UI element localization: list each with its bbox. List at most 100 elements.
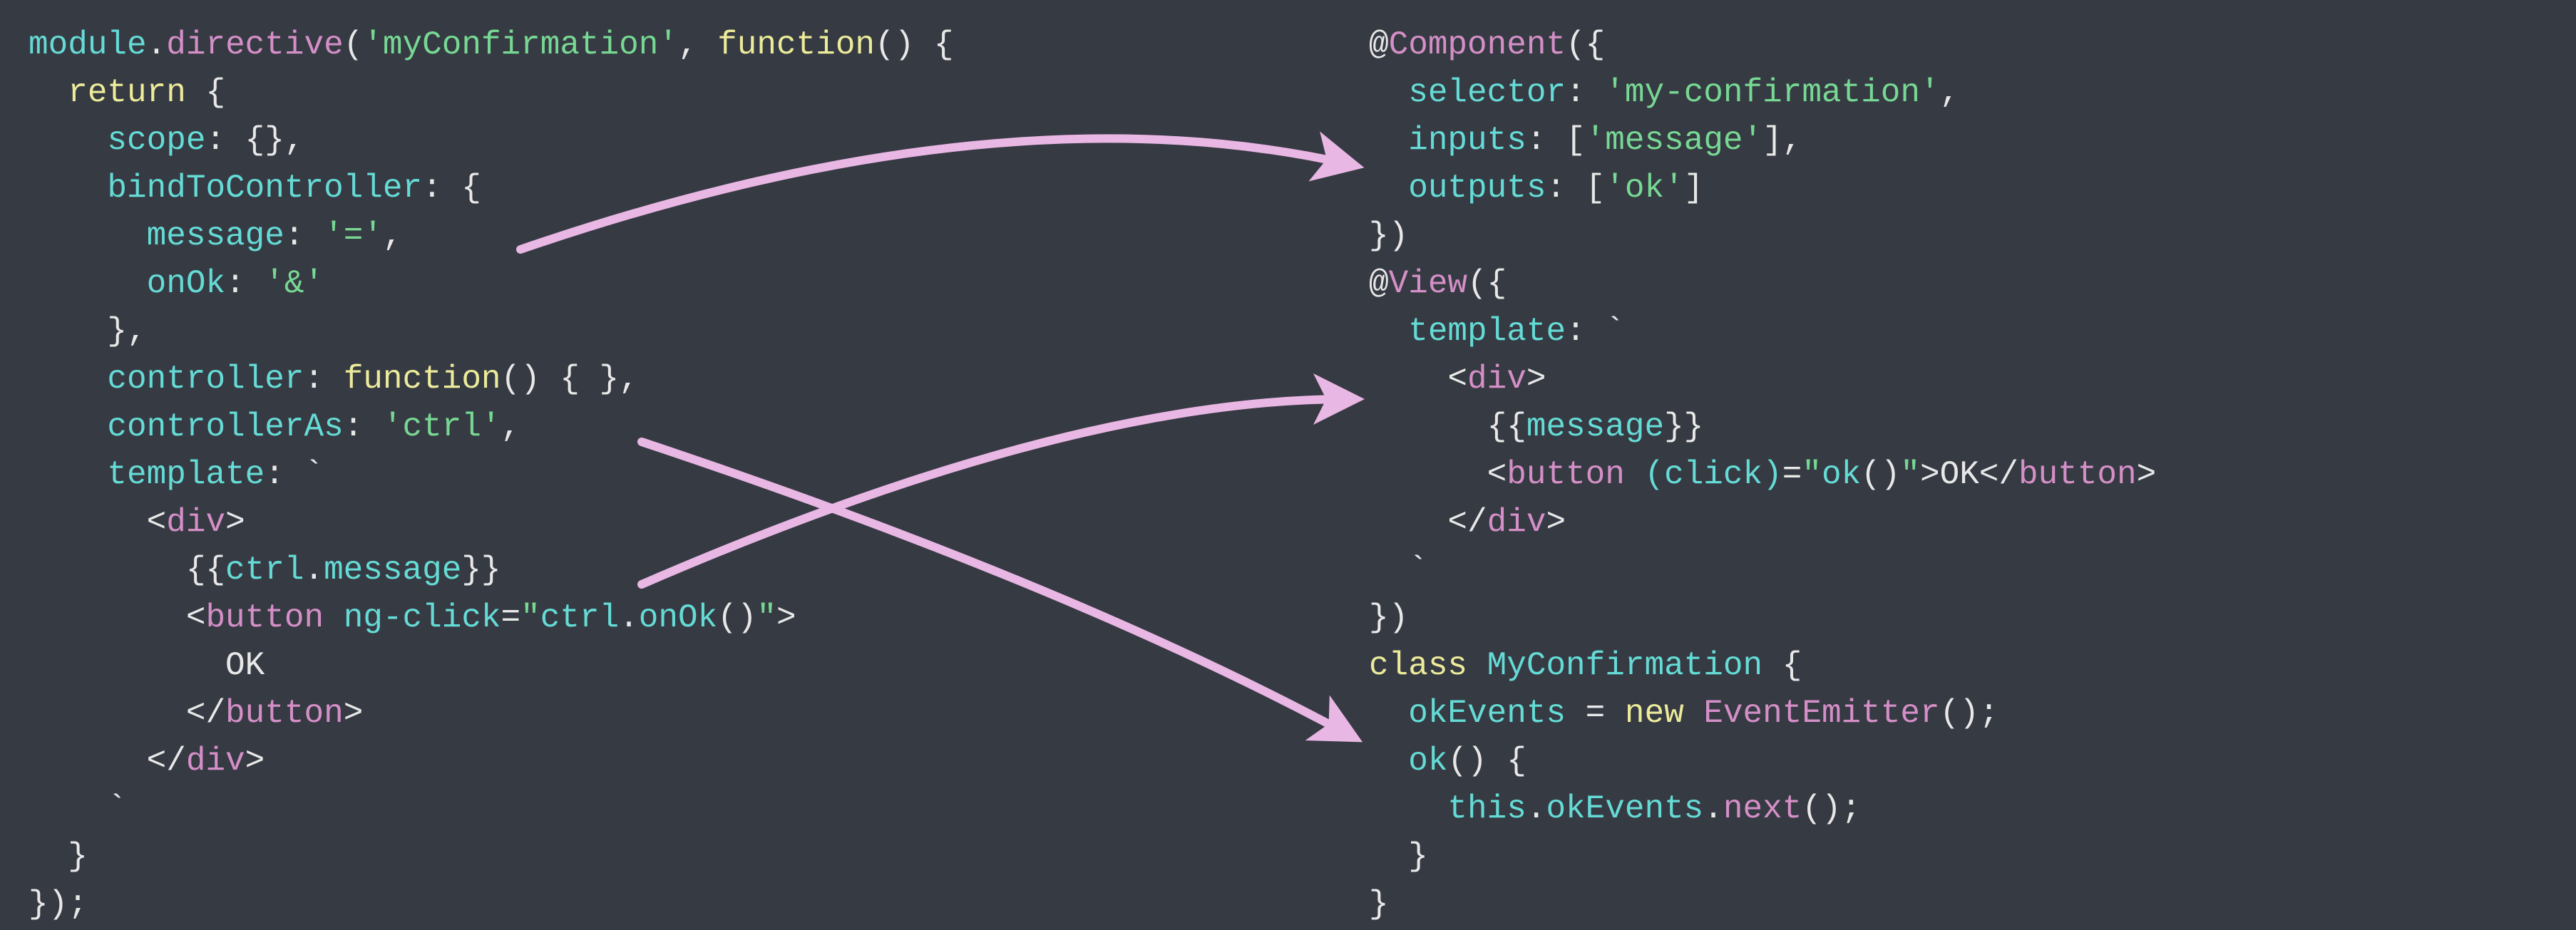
code-token: new: [1625, 695, 1684, 732]
code-token: return: [68, 74, 186, 111]
code-token: (): [1861, 456, 1900, 493]
code-token: selector: [1408, 74, 1566, 111]
ng2-line: this.okEvents.next();: [1369, 785, 2156, 833]
code-token: okEvents: [1408, 695, 1566, 732]
ng2-line: outputs: ['ok']: [1369, 165, 2156, 212]
code-token: scope: [107, 122, 205, 159]
code-token: `: [29, 790, 127, 827]
code-token: : {: [422, 170, 481, 207]
code-token: >OK</: [1920, 456, 2018, 493]
code-token: [29, 456, 107, 493]
code-token: template: [1408, 313, 1566, 350]
code-token: div: [166, 504, 225, 541]
code-token: okEvents: [1546, 790, 1703, 827]
diagram-stage: module.directive('myConfirmation', funct…: [0, 0, 2576, 930]
code-token: ctrl: [225, 552, 304, 589]
code-token: : `: [1566, 313, 1625, 350]
code-token: }}: [1664, 408, 1703, 445]
code-token: [29, 265, 147, 302]
code-token: =: [501, 599, 521, 636]
code-token: ,: [383, 217, 403, 254]
code-token: div: [186, 743, 245, 780]
code-token: [324, 599, 344, 636]
ng1-line: <div>: [29, 499, 953, 547]
code-token: :: [304, 361, 343, 398]
code-token: 'message': [1586, 122, 1762, 159]
code-token: ,: [1940, 74, 1960, 111]
code-token: [1625, 456, 1645, 493]
code-token: controllerAs: [107, 408, 343, 445]
ng2-line: {{message}}: [1369, 403, 2156, 451]
code-token: ();: [1940, 695, 1999, 732]
ng1-line: `: [29, 785, 953, 833]
code-token: button: [205, 599, 324, 636]
code-token: ();: [1802, 790, 1861, 827]
code-token: inputs: [1408, 122, 1526, 159]
code-token: message: [324, 552, 461, 589]
code-token: 'ctrl': [383, 408, 501, 445]
code-block-angular1: module.directive('myConfirmation', funct…: [29, 21, 953, 929]
code-token: div: [1467, 361, 1526, 398]
code-token: ],: [1762, 122, 1802, 159]
code-token: [29, 170, 107, 207]
code-token: [29, 74, 68, 111]
code-token: .: [1703, 790, 1723, 827]
code-token: {: [186, 74, 225, 111]
code-token: }): [1369, 217, 1408, 254]
code-token: controller: [107, 361, 304, 398]
code-token: >: [225, 504, 245, 541]
ng1-line: },: [29, 308, 953, 356]
code-token: bindToController: [107, 170, 422, 207]
code-token: button: [1507, 456, 1625, 493]
code-block-angular2: @Component({ selector: 'my-confirmation'…: [1369, 21, 2156, 929]
ng1-line: }: [29, 833, 953, 881]
code-token: ": [1900, 456, 1920, 493]
code-token: ({: [1467, 265, 1507, 302]
code-token: =: [1566, 695, 1625, 732]
code-token: 'myConfirmation': [363, 26, 678, 63]
code-token: directive: [166, 26, 343, 63]
ng2-line: }: [1369, 881, 2156, 929]
code-token: [1369, 170, 1408, 207]
ng2-line: ok() {: [1369, 738, 2156, 785]
code-token: <: [29, 599, 205, 636]
code-token: .: [619, 599, 639, 636]
code-token: : [: [1546, 170, 1605, 207]
code-token: >: [776, 599, 796, 636]
code-token: [1369, 695, 1408, 732]
code-token: View: [1389, 265, 1467, 302]
code-token: () {: [875, 26, 953, 63]
code-token: Component: [1389, 26, 1566, 63]
code-token: @: [1369, 265, 1389, 302]
code-token: .: [147, 26, 167, 63]
ng1-line: {{ctrl.message}}: [29, 547, 953, 594]
code-token: div: [1487, 504, 1546, 541]
ng2-line: }: [1369, 833, 2156, 881]
code-token: : {},: [205, 122, 304, 159]
ng2-line: class MyConfirmation {: [1369, 642, 2156, 690]
ng1-line: module.directive('myConfirmation', funct…: [29, 21, 953, 69]
ng2-line: <button (click)="ok()">OK</button>: [1369, 451, 2156, 499]
code-token: EventEmitter: [1703, 695, 1939, 732]
code-token: =: [1782, 456, 1802, 493]
code-token: : [: [1526, 122, 1586, 159]
code-token: : `: [265, 456, 324, 493]
code-token: (click): [1644, 456, 1782, 493]
code-token: outputs: [1408, 170, 1546, 207]
ng1-line: OK: [29, 642, 953, 690]
code-token: >: [245, 743, 265, 780]
ng1-line: </div>: [29, 738, 953, 785]
code-token: () {: [1447, 743, 1526, 780]
ng1-line: bindToController: {: [29, 165, 953, 212]
code-token: onOk: [639, 599, 717, 636]
ng1-line: onOk: '&': [29, 260, 953, 308]
ng1-line: </button>: [29, 690, 953, 738]
code-token: function: [344, 361, 501, 398]
ng2-line: okEvents = new EventEmitter();: [1369, 690, 2156, 738]
code-token: </: [1369, 504, 1487, 541]
code-token: }}: [461, 552, 501, 589]
code-token: }: [1369, 886, 1389, 923]
ng2-line: </div>: [1369, 499, 2156, 547]
code-token: [1684, 695, 1704, 732]
code-token: }: [29, 838, 88, 875]
